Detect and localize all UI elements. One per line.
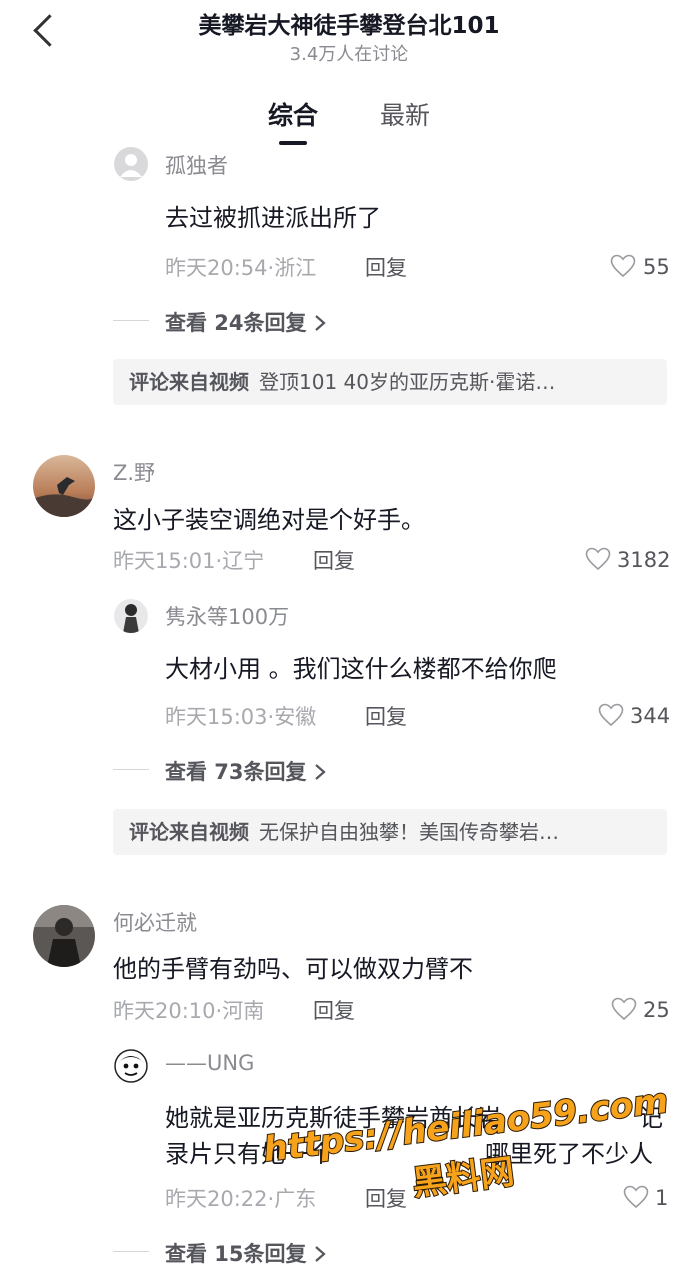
like-button[interactable]	[598, 703, 624, 731]
username[interactable]: Z.野	[113, 457, 155, 487]
tab-comprehensive[interactable]: 综合	[268, 96, 318, 132]
avatar[interactable]	[114, 599, 148, 633]
avatar[interactable]	[114, 1049, 148, 1083]
comment-text: 这小子装空调绝对是个好手。	[113, 506, 425, 534]
comment-time-location: 昨天20:54·浙江	[165, 256, 317, 280]
watermark: https://heiliao59.com 黑料网	[262, 1085, 671, 1205]
view-replies-label: 查看 15条回复	[165, 1242, 307, 1266]
source-title: 登顶101 40岁的亚历克斯·霍诺…	[259, 370, 556, 394]
like-button[interactable]	[585, 547, 611, 575]
heart-outline-icon	[598, 703, 624, 727]
reply-username[interactable]: ——UNG	[165, 1051, 254, 1075]
view-replies-button[interactable]: 查看 15条回复	[165, 1238, 327, 1268]
reply-button[interactable]: 回复	[365, 701, 407, 731]
reply-time-location: 昨天15:03·安徽	[165, 705, 317, 729]
like-count: 25	[643, 998, 670, 1022]
like-count: 55	[643, 255, 670, 279]
source-title: 无保护自由独攀！美国传奇攀岩…	[259, 820, 559, 844]
reply-button[interactable]: 回复	[313, 995, 355, 1025]
reply-button[interactable]: 回复	[365, 252, 407, 282]
heart-outline-icon	[610, 254, 636, 278]
view-replies-button[interactable]: 查看 24条回复	[165, 307, 327, 337]
heart-outline-icon	[611, 997, 637, 1021]
source-label: 评论来自视频	[129, 370, 249, 394]
discussion-count: 3.4万人在讨论	[289, 44, 409, 65]
reply-button[interactable]: 回复	[313, 545, 355, 575]
comment-time-location: 昨天20:10·河南	[113, 999, 265, 1023]
avatar[interactable]	[114, 147, 148, 181]
source-label: 评论来自视频	[129, 820, 249, 844]
page-title: 美攀岩大神徒手攀登台北101	[198, 13, 500, 39]
comment-time-location: 昨天15:01·辽宁	[113, 549, 265, 573]
like-count: 3182	[617, 548, 671, 572]
view-replies-button[interactable]: 查看 73条回复	[165, 756, 327, 786]
like-button[interactable]	[610, 254, 636, 282]
reply-text: 大材小用 。我们这什么楼都不给你爬	[165, 655, 557, 683]
watermark-name: 黑料网	[410, 1152, 516, 1204]
username[interactable]: 孤独者	[165, 150, 228, 180]
avatar[interactable]	[33, 455, 95, 517]
source-video-link[interactable]: 评论来自视频 登顶101 40岁的亚历克斯·霍诺…	[113, 359, 667, 405]
divider	[113, 320, 149, 321]
divider	[113, 769, 149, 770]
chevron-right-icon	[315, 1246, 326, 1262]
tab-indicator	[279, 141, 307, 145]
source-video-link[interactable]: 评论来自视频 无保护自由独攀！美国传奇攀岩…	[113, 809, 667, 855]
like-count: 344	[630, 704, 671, 728]
like-button[interactable]	[611, 997, 637, 1025]
tab-latest[interactable]: 最新	[380, 96, 430, 132]
avatar[interactable]	[33, 905, 95, 967]
chevron-right-icon	[315, 764, 326, 780]
divider	[113, 1251, 149, 1252]
username[interactable]: 何必迁就	[113, 907, 197, 937]
view-replies-label: 查看 24条回复	[165, 311, 307, 335]
comment-text: 他的手臂有劲吗、可以做双力臂不	[113, 955, 473, 983]
chevron-right-icon	[315, 315, 326, 331]
comment-text: 去过被抓进派出所了	[165, 204, 381, 232]
reply-username[interactable]: 隽永等100万	[165, 601, 289, 631]
view-replies-label: 查看 73条回复	[165, 760, 307, 784]
heart-outline-icon	[585, 547, 611, 571]
